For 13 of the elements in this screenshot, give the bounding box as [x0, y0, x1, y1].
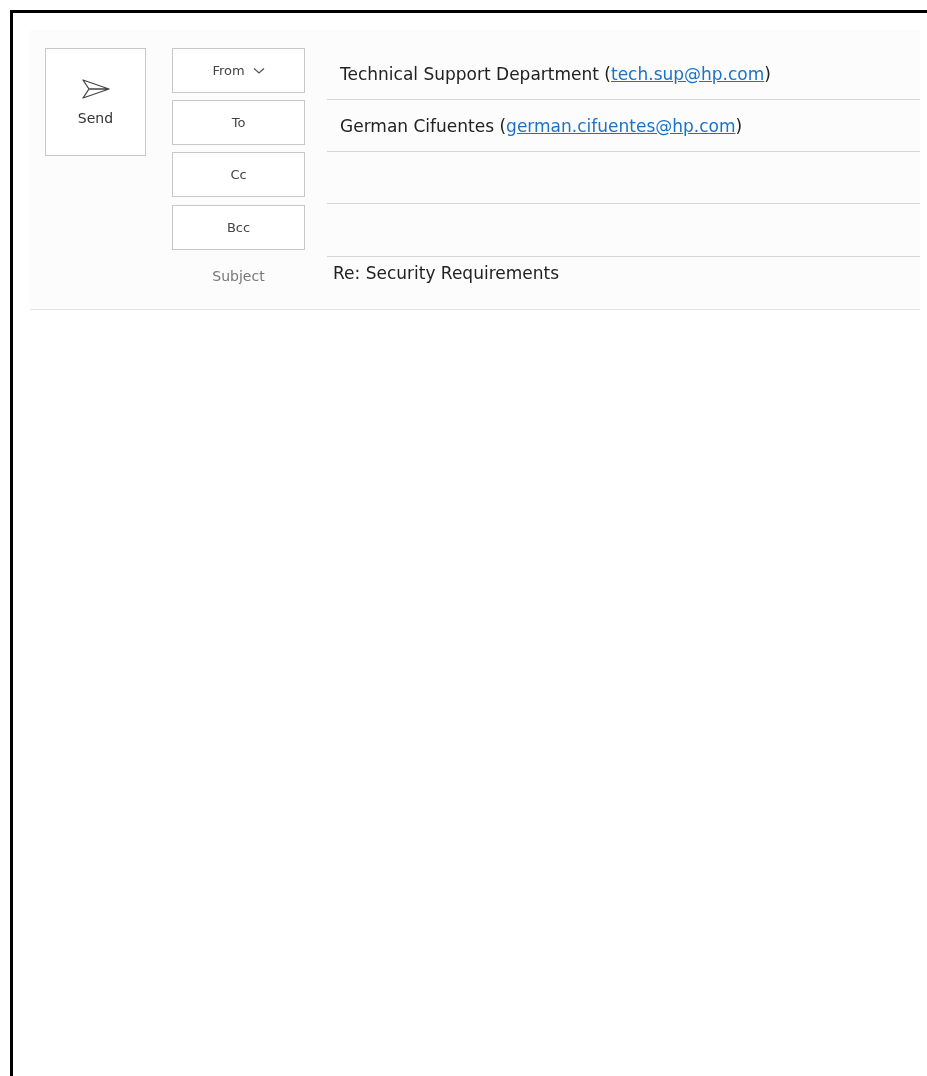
- recipient-field[interactable]: Technical Support Department (tech.sup@hp.com): [327, 48, 920, 100]
- recipient-button[interactable]: Bcc: [172, 204, 305, 250]
- subject-label: Subject: [211, 267, 266, 284]
- send-button[interactable]: Send: [45, 48, 146, 156]
- chevron-icon: [252, 66, 265, 75]
- recipient-button[interactable]: To: [172, 100, 305, 146]
- recipient-button[interactable]: Cc: [172, 152, 305, 198]
- send-icon: [80, 78, 111, 100]
- recipient-field[interactable]: German Cifuentes (german.cifuentes@hp.com): [327, 100, 920, 153]
- email-link[interactable]: tech.sup@hp.com: [611, 63, 765, 84]
- subject-field[interactable]: Re: Security Requirements: [327, 256, 920, 309]
- email-link[interactable]: german.cifuentes@hp.com: [506, 115, 736, 136]
- recipient-button[interactable]: From: [172, 48, 305, 93]
